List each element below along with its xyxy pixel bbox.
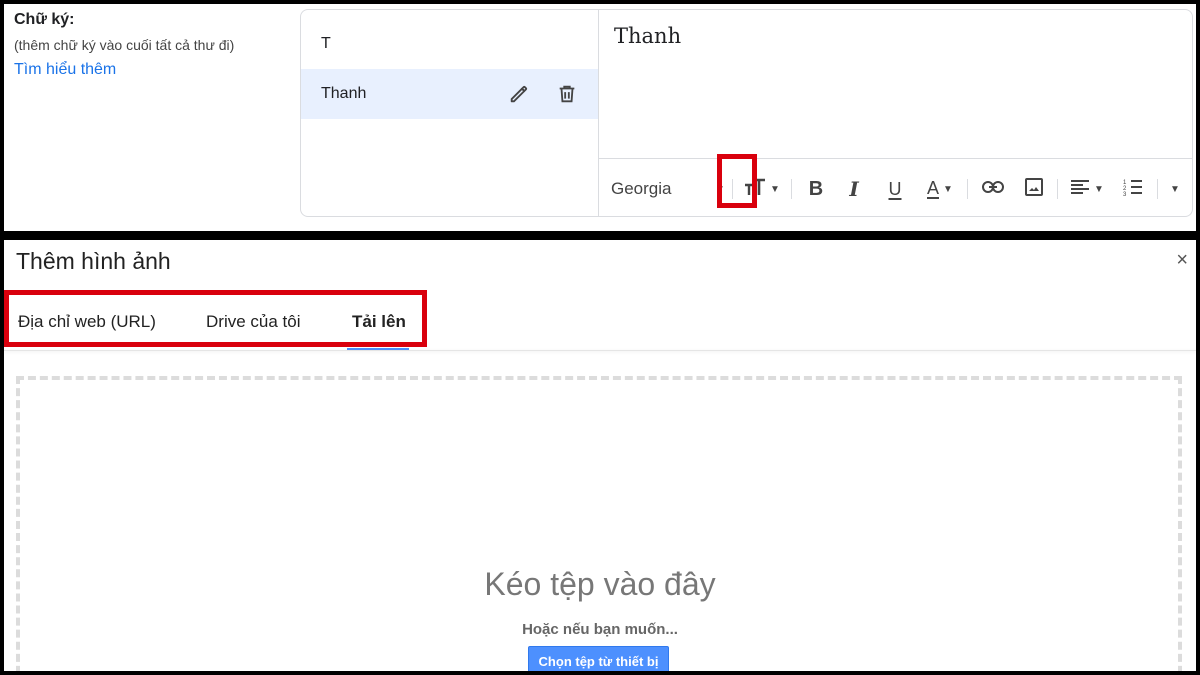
numbered-list-button[interactable]: 123 [1121, 159, 1145, 216]
link-icon [982, 180, 1004, 198]
chevron-down-icon: ▼ [1170, 183, 1180, 195]
text-color-button[interactable]: A ▼ [920, 159, 960, 216]
signature-editor[interactable]: Thanh Georgia ▼ ▼ B I U A ▼ ▼ 1 2 3 ▼ [599, 10, 1192, 216]
drop-zone-subtitle: Hoặc nếu bạn muốn... [522, 621, 678, 638]
dialog-title: Thêm hình ảnh [16, 248, 171, 274]
chevron-down-icon: ▼ [1094, 183, 1104, 195]
signature-hint: (thêm chữ ký vào cuối tất cả thư đi) [14, 37, 235, 53]
tab-divider [4, 350, 1196, 351]
signature-settings-panel: Chữ ký: (thêm chữ ký vào cuối tất cả thư… [4, 4, 1196, 231]
signature-list: T Thanh [301, 10, 599, 216]
chevron-down-icon: ▼ [770, 183, 780, 195]
bold-icon: B [808, 177, 824, 200]
signature-item-t[interactable]: T [301, 19, 598, 69]
insert-image-highlight [717, 154, 757, 208]
italic-button[interactable]: I [841, 159, 867, 216]
signature-editor-text[interactable]: Thanh [614, 24, 681, 48]
drop-zone-title: Kéo tệp vào đây [484, 566, 716, 602]
text-color-icon: A [927, 178, 940, 199]
signature-item-label: Thanh [321, 85, 367, 102]
trash-icon[interactable] [555, 82, 579, 106]
font-select[interactable]: Georgia ▼ [611, 159, 727, 216]
tabs-highlight [4, 290, 427, 347]
signature-item-label: T [321, 35, 331, 52]
insert-image-dialog: Thêm hình ảnh × Địa chỉ web (URL) Drive … [4, 240, 1196, 671]
align-left-icon [1070, 179, 1090, 200]
insert-link-button[interactable] [979, 159, 1007, 216]
svg-text:3: 3 [1123, 192, 1127, 196]
image-icon [1025, 177, 1043, 201]
pencil-icon[interactable] [507, 82, 531, 106]
formatting-toolbar: Georgia ▼ ▼ B I U A ▼ ▼ 1 2 3 ▼ [599, 158, 1192, 216]
italic-icon: I [849, 177, 859, 201]
chevron-down-icon: ▼ [943, 183, 953, 195]
bold-button[interactable]: B [803, 159, 829, 216]
font-name: Georgia [611, 179, 672, 198]
learn-more-link[interactable]: Tìm hiểu thêm [14, 61, 116, 79]
close-icon[interactable]: × [1176, 249, 1188, 271]
signature-label: Chữ ký: [14, 11, 75, 28]
underline-button[interactable]: U [882, 159, 908, 216]
insert-image-button[interactable] [1019, 159, 1049, 216]
numbered-list-icon: 123 [1123, 178, 1143, 201]
signature-item-thanh[interactable]: Thanh [301, 69, 598, 119]
choose-file-button[interactable]: Chọn tệp từ thiết bị [528, 646, 669, 671]
more-formatting-button[interactable]: ▼ [1165, 159, 1185, 216]
align-button[interactable]: ▼ [1065, 159, 1109, 216]
underline-icon: U [888, 178, 902, 199]
